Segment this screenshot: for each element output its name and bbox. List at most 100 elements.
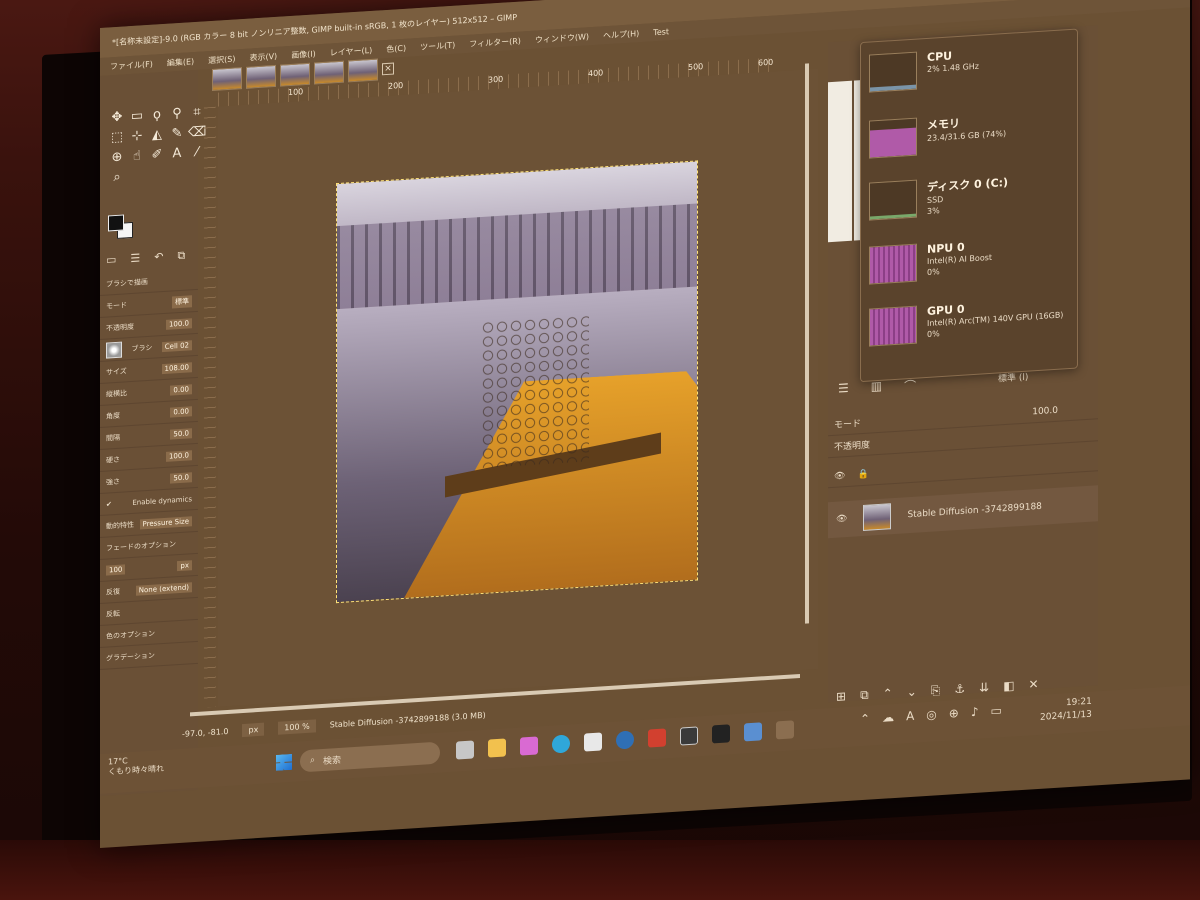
fade-unit-dropdown[interactable]: px [177, 559, 192, 571]
angle-input[interactable]: 0.00 [170, 405, 192, 418]
image-tab[interactable] [212, 67, 242, 91]
warp-icon[interactable]: ⊹ [128, 127, 146, 146]
foreground-color[interactable] [108, 214, 124, 232]
perf-disk[interactable]: ディスク 0 (C:) SSD 3% [869, 174, 1008, 237]
checkmark-icon[interactable]: ✔ [106, 500, 112, 508]
menu-file[interactable]: ファイル(F) [110, 58, 153, 72]
store-icon[interactable] [584, 732, 602, 752]
channels-tab-icon[interactable]: ▥ [871, 379, 882, 397]
move-tool-icon[interactable]: ✥ [108, 108, 126, 127]
duplicate-icon[interactable]: ⎘ [931, 683, 941, 699]
visibility-icon[interactable]: 👁 [834, 471, 845, 482]
photos-icon[interactable] [744, 722, 762, 742]
canvas-area[interactable] [218, 68, 818, 707]
perf-npu[interactable]: NPU 0 Intel(R) AI Boost 0% [869, 239, 992, 301]
lower-icon[interactable]: ⌄ [907, 685, 917, 701]
mcafee-icon[interactable] [648, 728, 666, 748]
sync-icon[interactable]: ◎ [926, 707, 936, 722]
menu-windows[interactable]: ウィンドウ(W) [535, 31, 589, 45]
force-input[interactable]: 50.0 [170, 471, 192, 484]
smudge-icon[interactable]: ☝ [128, 147, 146, 166]
windows-start-icon[interactable] [276, 754, 292, 771]
menu-filters[interactable]: フィルター(R) [469, 35, 521, 49]
layers-tab-icon[interactable]: ☰ [838, 381, 849, 399]
task-view-icon[interactable] [456, 740, 474, 760]
unit-dropdown[interactable]: px [242, 722, 265, 737]
vertical-scrollbar[interactable] [805, 63, 809, 624]
taskbar-search[interactable]: ⌕ 検索 [300, 741, 440, 773]
color-swatches[interactable] [108, 214, 136, 242]
ime-icon[interactable]: A [906, 709, 914, 724]
layer-item[interactable]: 👁 Stable Diffusion -3742899188 [828, 485, 1098, 539]
image-tab[interactable] [314, 60, 344, 85]
paintbrush-icon[interactable]: ✎ [168, 125, 186, 144]
volume-icon[interactable]: ♪ [971, 705, 979, 719]
mode-dropdown[interactable]: 標準 [172, 294, 192, 308]
weather-widget[interactable]: 17°C くもり時々晴れ [108, 754, 164, 778]
opacity-input[interactable]: 100.0 [165, 317, 192, 330]
image-tab[interactable] [246, 64, 276, 89]
dynamics-dropdown[interactable]: Pressure Size [139, 515, 192, 530]
anchor-icon[interactable]: ⚓ [954, 682, 965, 698]
layer-opacity-value[interactable]: 100.0 [1032, 405, 1058, 417]
lasso-icon[interactable]: ϙ [148, 106, 166, 125]
lock-icon[interactable]: 🔒 [857, 469, 868, 480]
spacing-input[interactable]: 50.0 [170, 427, 192, 440]
perf-gpu[interactable]: GPU 0 Intel(R) Arc(TM) 140V GPU (16GB) 0% [869, 296, 1063, 362]
brush-name[interactable]: Cell 02 [161, 339, 192, 352]
images-tab-icon[interactable]: ⧉ [178, 249, 186, 263]
perf-memory[interactable]: メモリ 23.4/31.6 GB (74%) [869, 112, 1006, 175]
canvas-image[interactable] [336, 160, 698, 604]
fade-input[interactable]: 100 [106, 563, 126, 576]
zoom-icon[interactable]: ⌕ [108, 168, 126, 187]
menu-view[interactable]: 表示(V) [249, 50, 277, 63]
hardness-input[interactable]: 100.0 [165, 449, 192, 462]
perf-cpu[interactable]: CPU 2% 1.48 GHz [869, 48, 979, 109]
menu-colors[interactable]: 色(C) [386, 42, 406, 54]
paths-tab-icon[interactable]: ⌒ [904, 377, 916, 395]
menu-help[interactable]: ヘルプ(H) [603, 28, 639, 41]
device-status-tab-icon[interactable]: ☰ [130, 251, 140, 266]
mask-icon[interactable]: ◧ [1003, 678, 1014, 694]
raise-icon[interactable]: ⌃ [883, 686, 893, 702]
delete-layer-icon[interactable]: ✕ [1029, 677, 1039, 693]
repeat-dropdown[interactable]: None (extend) [135, 581, 192, 596]
aspect-input[interactable]: 0.00 [170, 383, 192, 396]
path-icon[interactable]: ✐ [148, 146, 166, 165]
menu-layer[interactable]: レイヤー(L) [330, 44, 372, 58]
fuzzy-select-icon[interactable]: ⚲ [168, 105, 186, 124]
edge-icon[interactable] [552, 734, 570, 754]
image-tab[interactable] [348, 58, 378, 83]
transform-icon[interactable]: ⬚ [108, 128, 126, 147]
menu-edit[interactable]: 編集(E) [167, 56, 194, 69]
menu-tools[interactable]: ツール(T) [420, 39, 455, 52]
copilot-icon[interactable] [520, 736, 538, 756]
new-layer-icon[interactable]: ⊞ [836, 689, 846, 705]
undo-history-tab-icon[interactable]: ↶ [154, 250, 163, 265]
menu-image[interactable]: 画像(I) [291, 48, 316, 61]
menu-test[interactable]: Test [653, 27, 669, 37]
layer-visibility-icon[interactable]: 👁 [836, 514, 847, 525]
brush-preview[interactable] [106, 341, 122, 359]
close-tab-icon[interactable]: × [382, 62, 394, 76]
gimp-app-icon[interactable] [680, 726, 698, 746]
battery-icon[interactable]: ▭ [991, 703, 1002, 718]
size-input[interactable]: 108.00 [161, 361, 192, 374]
gimp-running-icon[interactable] [776, 720, 794, 740]
dell-icon[interactable] [616, 730, 634, 750]
merge-icon[interactable]: ⇊ [979, 680, 989, 696]
taskbar-clock[interactable]: 19:21 2024/11/13 [1040, 696, 1092, 725]
file-explorer-icon[interactable] [488, 738, 506, 758]
image-tab[interactable] [280, 62, 310, 87]
bucket-fill-icon[interactable]: ◭ [148, 126, 166, 145]
cloud-off-icon[interactable]: ☁ [882, 710, 894, 725]
terminal-icon[interactable] [712, 724, 730, 744]
new-group-icon[interactable]: ⧉ [860, 688, 869, 704]
menu-select[interactable]: 選択(S) [208, 53, 235, 66]
clone-icon[interactable]: ⊕ [108, 148, 126, 167]
zoom-dropdown[interactable]: 100 % [278, 718, 316, 735]
chevron-up-icon[interactable]: ⌃ [860, 712, 870, 727]
network-icon[interactable]: ⊕ [949, 706, 959, 721]
rect-select-icon[interactable]: ▭ [128, 107, 146, 126]
tool-options-tab-icon[interactable]: ▭ [106, 253, 116, 268]
